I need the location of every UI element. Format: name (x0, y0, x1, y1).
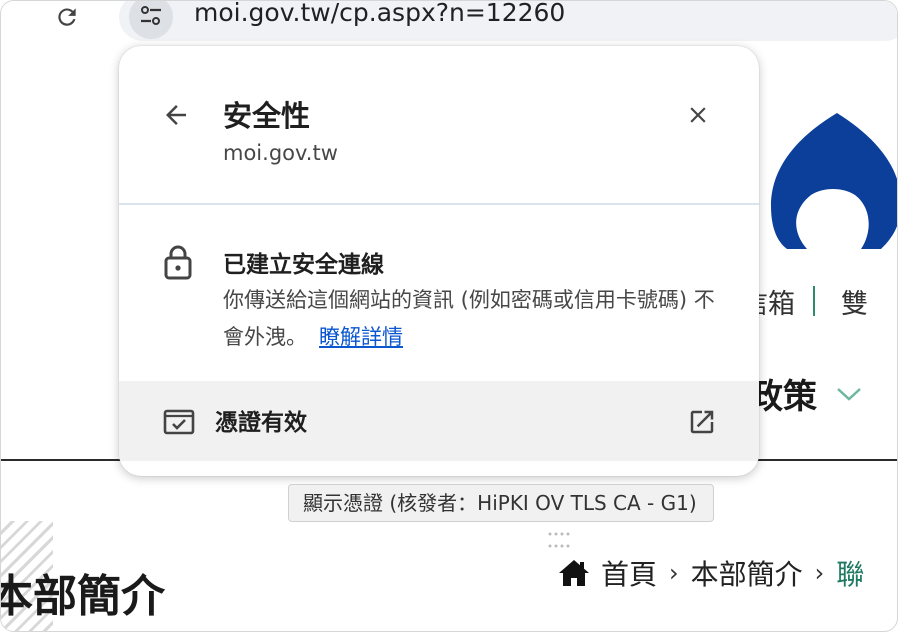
drag-handle-icon (548, 532, 570, 548)
site-security-popup: 安全性 moi.gov.tw 已建立安全連線 你傳送給這個網站的資訊 (例如密碼… (119, 46, 759, 476)
nav-separator (813, 286, 815, 316)
header-nav: 信箱 雙 (741, 281, 868, 321)
certificate-label: 憑證有效 (215, 410, 307, 436)
chevron-right-icon: › (814, 559, 825, 587)
connection-description-text: 你傳送給這個網站的資訊 (例如密碼或信用卡號碼) 不會外洩。 (223, 288, 715, 349)
main-menu-policy[interactable]: 政策 (749, 369, 863, 418)
browser-toolbar: moi.gov.tw/cp.aspx?n=12260 (1, 1, 897, 51)
popup-header: 安全性 moi.gov.tw (119, 46, 759, 204)
connection-status-description: 你傳送給這個網站的資訊 (例如密碼或信用卡號碼) 不會外洩。 瞭解詳情 (223, 282, 733, 356)
open-in-new-icon[interactable] (687, 407, 717, 437)
ministry-emblem (771, 113, 897, 249)
menu-label-policy: 政策 (749, 377, 817, 417)
popup-domain: moi.gov.tw (223, 141, 338, 165)
breadcrumb: 首頁 › 本部簡介 › 聯 (557, 553, 864, 593)
learn-more-link[interactable]: 瞭解詳情 (319, 325, 403, 349)
home-icon[interactable] (557, 558, 591, 588)
close-icon (690, 107, 706, 123)
chevron-right-icon: › (669, 559, 679, 587)
popup-divider (119, 203, 759, 205)
page-title: 本部簡介 (0, 571, 165, 622)
breadcrumb-about[interactable]: 本部簡介 (691, 553, 803, 593)
breadcrumb-next[interactable]: 聯 (836, 553, 864, 593)
nav-link-bilingual[interactable]: 雙 (841, 282, 868, 321)
popup-title: 安全性 (223, 99, 311, 133)
url-text[interactable]: moi.gov.tw/cp.aspx?n=12260 (194, 1, 565, 31)
arrow-back-icon (166, 105, 186, 125)
close-button[interactable] (681, 98, 715, 132)
reload-button[interactable] (53, 3, 81, 31)
lock-icon (164, 245, 192, 280)
certificate-tooltip: 顯示憑證 (核發者：HiPKI OV TLS CA - G1) (288, 484, 714, 522)
reload-icon (58, 8, 76, 26)
connection-status-title: 已建立安全連線 (223, 252, 384, 278)
breadcrumb-home[interactable]: 首頁 (601, 553, 657, 593)
back-button[interactable] (159, 98, 193, 132)
chevron-down-icon (837, 387, 861, 401)
certificate-icon (163, 409, 195, 435)
browser-window: moi.gov.tw/cp.aspx?n=12260 信箱 雙 政策 本部簡介 (0, 0, 898, 632)
tune-icon (141, 6, 161, 25)
certificate-row[interactable]: 憑證有效 (119, 381, 759, 461)
